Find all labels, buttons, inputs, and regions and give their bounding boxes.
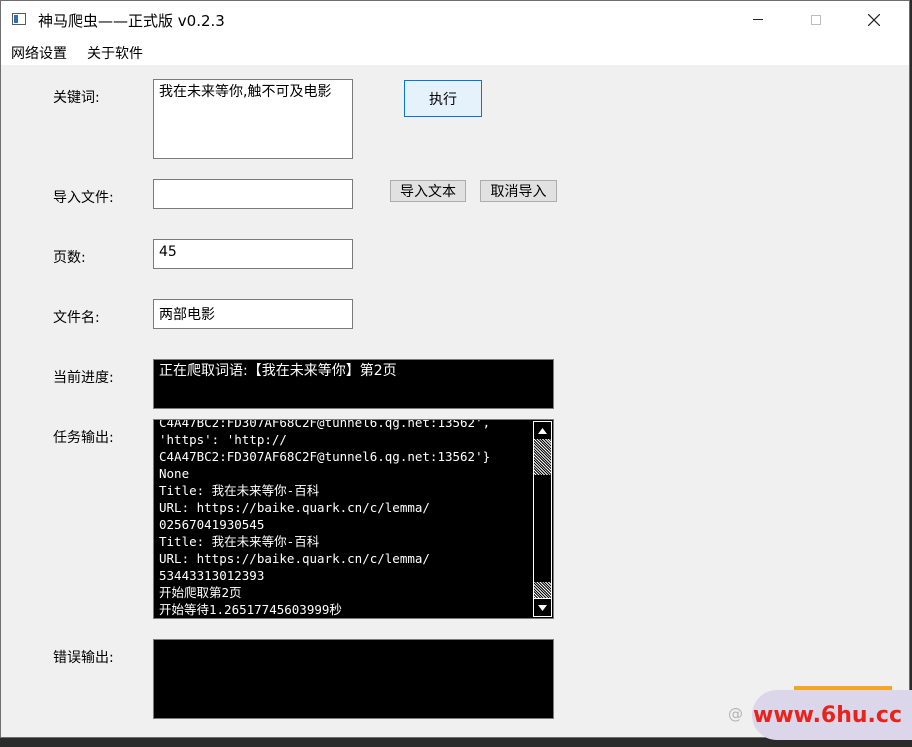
- task-output-line: 02567041930545: [159, 517, 265, 532]
- task-output-lines: C4A47BC2:FD307AF68C2F@tunnel6.qg.net:135…: [159, 419, 531, 618]
- task-output-line: C4A47BC2:FD307AF68C2F@tunnel6.qg.net:135…: [159, 449, 491, 464]
- keyword-label: 关键词:: [53, 90, 100, 106]
- watermark-badge: www.6hu.cc: [752, 690, 912, 740]
- scroll-up-arrow-icon[interactable]: [534, 422, 551, 439]
- app-window: 神马爬虫——正式版 v0.2.3 网络设置 关于软件 关键词: 我在未来等你,触…: [0, 0, 910, 738]
- error-output-label: 错误输出:: [53, 650, 114, 666]
- task-output-line: URL: https://baike.quark.cn/c/lemma/: [159, 551, 430, 566]
- filename-input[interactable]: 两部电影: [153, 299, 353, 329]
- maximize-button[interactable]: [787, 1, 845, 38]
- close-button[interactable]: [845, 1, 903, 38]
- watermark-prefix: @: [728, 705, 743, 723]
- scroll-down-arrow-icon[interactable]: [534, 599, 551, 616]
- title-bar[interactable]: 神马爬虫——正式版 v0.2.3: [1, 1, 909, 38]
- task-output-line: 开始爬取第2页: [159, 585, 242, 600]
- menu-item-network-settings[interactable]: 网络设置: [11, 43, 67, 63]
- task-output-line: Title: 我在未来等你-百科: [159, 483, 320, 498]
- window-title: 神马爬虫——正式版 v0.2.3: [38, 12, 225, 30]
- execute-button[interactable]: 执行: [404, 80, 482, 117]
- pages-input[interactable]: 45: [153, 239, 353, 269]
- watermark-text: www.6hu.cc: [753, 702, 902, 728]
- pages-label: 页数:: [53, 250, 86, 266]
- progress-label: 当前进度:: [53, 370, 114, 386]
- scroll-track-upper[interactable]: [534, 439, 551, 475]
- filename-label: 文件名:: [53, 310, 100, 326]
- import-file-label: 导入文件:: [53, 190, 114, 206]
- menu-item-about-software[interactable]: 关于软件: [87, 43, 143, 63]
- progress-output: 正在爬取词语:【我在未来等你】第2页: [153, 359, 554, 409]
- import-file-input[interactable]: [153, 179, 353, 209]
- task-output-label: 任务输出:: [53, 430, 114, 446]
- scroll-track-lower[interactable]: [534, 582, 551, 598]
- task-output-line: C4A47BC2:FD307AF68C2F@tunnel6.qg.net:135…: [159, 419, 491, 430]
- task-output-line: None: [159, 466, 190, 481]
- cancel-import-button[interactable]: 取消导入: [480, 180, 557, 202]
- task-output-line: 'https': 'http://: [159, 432, 287, 447]
- task-output-line: URL: https://baike.quark.cn/c/lemma/: [159, 500, 430, 515]
- task-output-line: 开始等待1.26517745603999秒: [159, 602, 342, 617]
- task-output-scrollbar[interactable]: [533, 421, 552, 617]
- menu-bar: 网络设置 关于软件: [1, 38, 909, 65]
- app-window-icon: [12, 13, 26, 25]
- import-text-button[interactable]: 导入文本: [390, 180, 466, 202]
- task-output-line: 53443313012393: [159, 568, 265, 583]
- keyword-textarea[interactable]: 我在未来等你,触不可及电影: [153, 79, 353, 159]
- error-output-console: [153, 639, 554, 719]
- main-panel: 关键词: 我在未来等你,触不可及电影 执行 导入文件: 导入文本 取消导入 页数…: [1, 65, 909, 737]
- maximize-icon: [811, 14, 821, 25]
- minimize-button[interactable]: [729, 1, 787, 38]
- close-icon: [868, 13, 880, 26]
- minimize-icon: [753, 19, 763, 20]
- task-output-line: Title: 我在未来等你-百科: [159, 534, 320, 549]
- task-output-console[interactable]: C4A47BC2:FD307AF68C2F@tunnel6.qg.net:135…: [153, 419, 554, 619]
- scroll-thumb[interactable]: [534, 475, 551, 582]
